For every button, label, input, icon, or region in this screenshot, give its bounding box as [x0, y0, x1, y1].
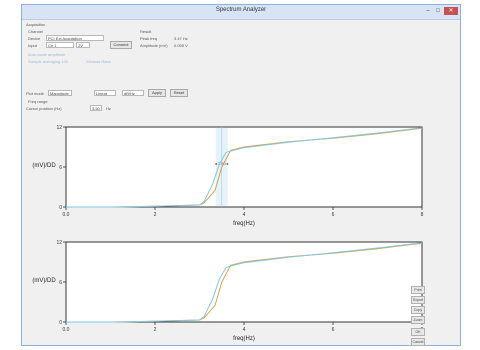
y-tick-label: 6 — [59, 165, 62, 171]
cursor-label: ◂ 3.50 ▸ — [215, 161, 229, 166]
y-tick-label: 6 — [59, 280, 62, 286]
chart-top: ◂ 3.50 ▸ 0.0 2 4 6 8 0 6 12 (mV)/DD freq(Hz) — [32, 125, 423, 227]
y-axis-label: (mV)/DD — [32, 163, 56, 169]
x-tick-label: 2 — [154, 212, 157, 218]
copy-button[interactable]: Copy — [411, 306, 425, 314]
x-tick-label: 8 — [421, 212, 424, 218]
y-axis-label: (mV)/DD — [32, 278, 56, 284]
x-tick-label: 0.0 — [63, 212, 70, 218]
print-button[interactable]: Print — [411, 286, 425, 294]
x-tick-label: 2 — [154, 327, 157, 333]
x-tick-label: 6 — [332, 327, 335, 333]
y-tick-label: 0 — [59, 320, 62, 326]
chart-bottom: 0.024680612(mV)/DDfreq(Hz) — [32, 240, 423, 342]
cancel-button[interactable]: Cancel — [411, 338, 425, 346]
y-tick-label: 12 — [56, 125, 62, 131]
x-axis-label: freq(Hz) — [233, 221, 255, 227]
y-tick-label: 0 — [59, 205, 62, 211]
x-axis-label: freq(Hz) — [233, 336, 255, 342]
x-tick-label: 4 — [243, 212, 246, 218]
ok-button[interactable]: OK — [411, 328, 425, 336]
plot-frame — [65, 126, 423, 208]
export-button[interactable]: Export — [411, 296, 425, 304]
x-tick-label: 0.0 — [63, 327, 70, 333]
y-tick-label: 12 — [56, 240, 62, 246]
plot-frame — [65, 241, 423, 323]
zoom-button[interactable]: Zoom — [411, 316, 425, 324]
x-tick-label: 4 — [243, 327, 246, 333]
x-tick-label: 6 — [332, 212, 335, 218]
plots-canvas: ◂ 3.50 ▸ 0.0 2 4 6 8 0 6 12 (mV)/DD freq(Hz) 0.0 2 4… — [32, 125, 423, 342]
